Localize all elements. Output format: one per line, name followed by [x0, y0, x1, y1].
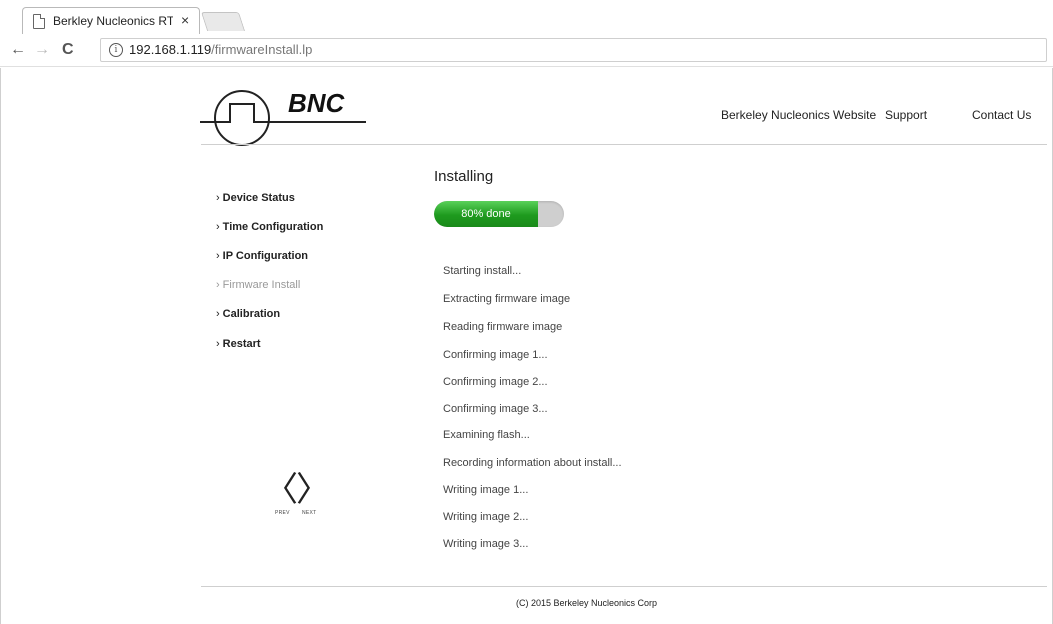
browser-toolbar: ← → C i 192.168.1.119/firmwareInstall.lp	[0, 34, 1053, 67]
sidebar-item-label: Firmware Install	[222, 279, 301, 291]
sidebar-item-ip-configuration[interactable]: › IP Configuration	[216, 250, 308, 262]
log-line: Writing image 3...	[443, 538, 529, 550]
page-title: Installing	[434, 168, 494, 185]
progress-label: 80% done	[461, 208, 511, 220]
log-line: Examining flash...	[443, 429, 530, 441]
log-line: Starting install...	[443, 265, 522, 277]
reload-icon[interactable]: C	[62, 40, 74, 60]
sidebar-item-calibration[interactable]: › Calibration	[216, 308, 280, 320]
chevron-right-icon: ›	[216, 338, 220, 350]
chevron-right-icon: ›	[216, 250, 220, 262]
sidebar-item-firmware-install[interactable]: › Firmware Install	[216, 279, 300, 291]
install-progress-bar: 80% done	[434, 201, 564, 227]
back-icon[interactable]: ←	[10, 40, 26, 60]
chevron-right-icon: ›	[216, 308, 220, 320]
log-line: Writing image 2...	[443, 511, 529, 523]
log-line: Recording information about install...	[443, 457, 622, 469]
info-icon[interactable]: i	[109, 43, 123, 57]
nav-link-support[interactable]: Support	[885, 108, 927, 122]
page-icon	[33, 14, 45, 29]
log-line: Confirming image 3...	[443, 403, 548, 415]
log-line: Writing image 1...	[443, 484, 529, 496]
next-label[interactable]: NEXT	[302, 510, 317, 516]
tab-title: Berkley Nucleonics RTSA	[53, 14, 173, 28]
close-tab-icon[interactable]: ×	[181, 12, 189, 28]
copyright-text: (C) 2015 Berkeley Nucleonics Corp	[515, 598, 658, 608]
header-divider	[201, 144, 1047, 145]
logo-text: BNC	[288, 88, 346, 118]
url-path: /firmwareInstall.lp	[211, 42, 313, 57]
log-line: Confirming image 1...	[443, 349, 548, 361]
log-line: Reading firmware image	[443, 321, 563, 333]
sidebar-item-label: Restart	[222, 338, 261, 350]
sidebar-item-label: Calibration	[222, 308, 281, 320]
nav-link-contact[interactable]: Contact Us	[972, 108, 1031, 122]
footer: (C) 2015 Berkeley Nucleonics Corp	[0, 598, 1053, 608]
window-border-left	[0, 68, 1, 624]
logo-graphic: BNC	[200, 88, 366, 146]
next-icon[interactable]: 〉	[296, 470, 330, 510]
address-bar[interactable]: i 192.168.1.119/firmwareInstall.lp	[100, 38, 1047, 62]
sidebar-item-restart[interactable]: › Restart	[216, 338, 261, 350]
browser-chrome: Berkley Nucleonics RTSA × ← → C i 192.16…	[0, 0, 1053, 68]
chevron-right-icon: ›	[216, 221, 220, 233]
sidebar-item-label: Time Configuration	[222, 221, 324, 233]
browser-tab[interactable]: Berkley Nucleonics RTSA ×	[22, 7, 200, 35]
url-host: 192.168.1.119	[129, 42, 212, 57]
url-text[interactable]: 192.168.1.119/firmwareInstall.lp	[129, 42, 312, 57]
new-tab-button[interactable]	[200, 12, 246, 31]
prev-label[interactable]: PREV	[275, 510, 290, 516]
tab-strip: Berkley Nucleonics RTSA ×	[0, 0, 1053, 35]
bnc-logo[interactable]: BNC	[196, 78, 366, 148]
footer-divider	[201, 586, 1047, 587]
sidebar-item-time-configuration[interactable]: › Time Configuration	[216, 221, 323, 233]
chevron-right-icon: ›	[216, 192, 220, 204]
sidebar-item-label: IP Configuration	[222, 250, 309, 262]
sidebar-item-device-status[interactable]: › Device Status	[216, 192, 295, 204]
sidebar-item-label: Device Status	[222, 192, 295, 204]
nav-link-website[interactable]: Berkeley Nucleonics Website	[721, 108, 876, 122]
prev-icon[interactable]: 〈	[264, 470, 298, 510]
forward-icon[interactable]: →	[34, 40, 50, 60]
chevron-right-icon: ›	[216, 279, 220, 291]
log-line: Confirming image 2...	[443, 376, 548, 388]
log-line: Extracting firmware image	[443, 293, 571, 305]
